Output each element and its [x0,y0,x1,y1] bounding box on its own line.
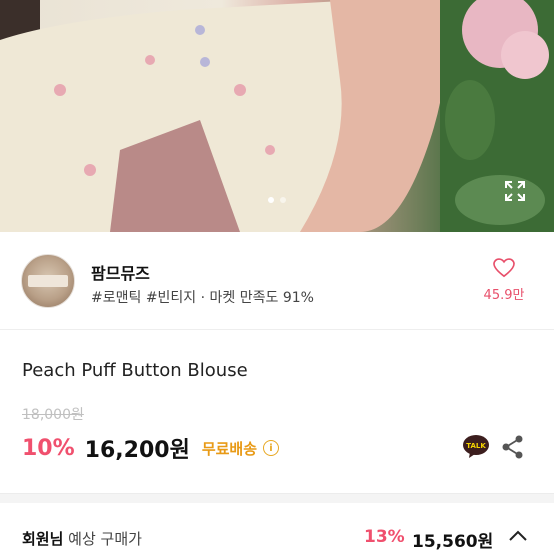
shop-tags: #로맨틱 #빈티지 · 마켓 만족도 91% [91,290,314,306]
seller-info[interactable]: 팜므뮤즈 #로맨틱 #빈티지 · 마켓 만족도 91% 45.9만 [0,232,554,330]
chevron-up-icon[interactable] [508,529,528,543]
sale-price: 16,200원 [84,438,190,463]
member-price-row[interactable]: 회원님 예상 구매가 13% 15,560원 [0,503,554,554]
member-discount-rate: 13% [364,527,405,547]
free-shipping-label: 무료배송 [201,439,258,458]
shop-avatar[interactable] [21,254,75,308]
like-count: 45.9만 [483,288,525,303]
carousel-indicator [0,197,554,205]
kakao-talk-button[interactable]: TALK [462,433,490,461]
kakao-talk-icon: TALK [463,435,489,458]
expand-button[interactable] [504,180,532,208]
carousel-dot[interactable] [268,197,274,203]
price-row: 10% 16,200원 무료배송 i [22,432,280,464]
share-button[interactable] [501,434,525,460]
carousel-dot[interactable] [280,197,286,203]
like-button[interactable]: 45.9만 [474,258,534,303]
shop-name[interactable]: 팜므뮤즈 [91,260,150,284]
expand-icon [505,181,525,201]
svg-text:TALK: TALK [466,442,486,450]
info-icon[interactable]: i [263,440,280,456]
heart-icon[interactable] [493,258,515,278]
original-price: 18,000원 [22,407,84,423]
member-expected-price: 15,560원 [412,532,494,552]
share-icon [502,435,523,459]
member-price-label: 회원님 예상 구매가 [22,530,142,548]
section-divider [0,493,554,503]
product-title: Peach Puff Button Blouse [22,360,248,381]
product-image[interactable] [0,0,554,232]
discount-rate: 10% [22,435,75,461]
